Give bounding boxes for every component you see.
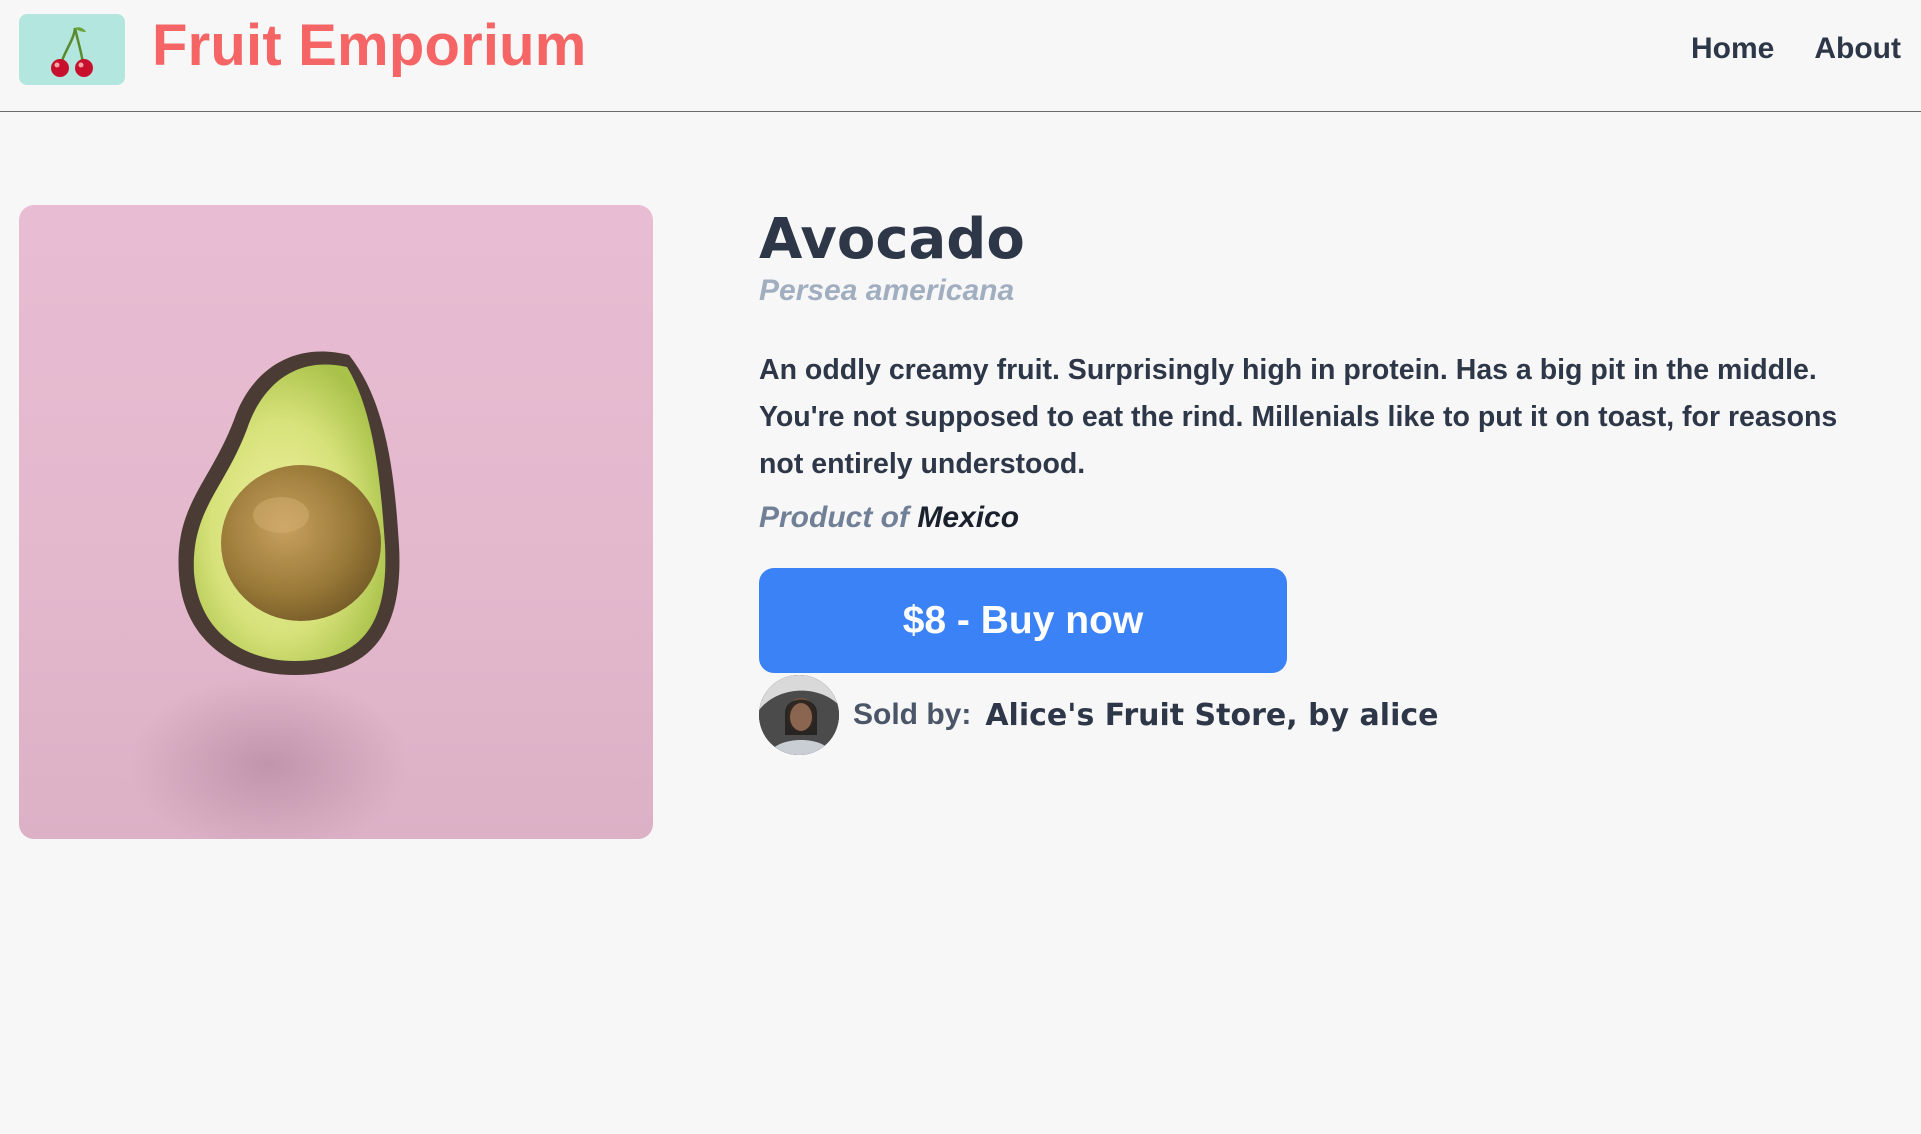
buy-now-button[interactable]: $8 - Buy now (759, 568, 1287, 673)
scientific-name: Persea americana (759, 274, 1015, 307)
avatar[interactable] (759, 675, 839, 755)
nav-about-link[interactable]: About (1814, 32, 1901, 66)
product-description: An oddly creamy fruit. Surprisingly high… (759, 354, 1838, 480)
product-origin: Product of Mexico (759, 498, 1899, 538)
brand-title[interactable]: Fruit Emporium (152, 12, 587, 79)
site-header: Fruit Emporium Home About (0, 0, 1921, 112)
origin-prefix: Product of (759, 501, 909, 534)
sold-by-label: Sold by: (853, 698, 972, 731)
origin-country: Mexico (917, 501, 1020, 534)
product-details: Avocado Persea americana An oddly creamy… (759, 205, 1899, 755)
product-title: Avocado (759, 207, 1025, 272)
cherries-icon (51, 26, 93, 77)
product-image (19, 205, 653, 839)
seller-avatar (759, 675, 839, 755)
seller-name-link[interactable]: Alice's Fruit Store, by alice (985, 698, 1438, 733)
main-nav: Home About (1691, 32, 1901, 66)
logo-link[interactable] (19, 14, 125, 85)
nav-home-link[interactable]: Home (1691, 32, 1774, 66)
avocado-photo (129, 351, 409, 839)
seller-info: Sold by: Alice's Fruit Store, by alice (759, 675, 1899, 755)
